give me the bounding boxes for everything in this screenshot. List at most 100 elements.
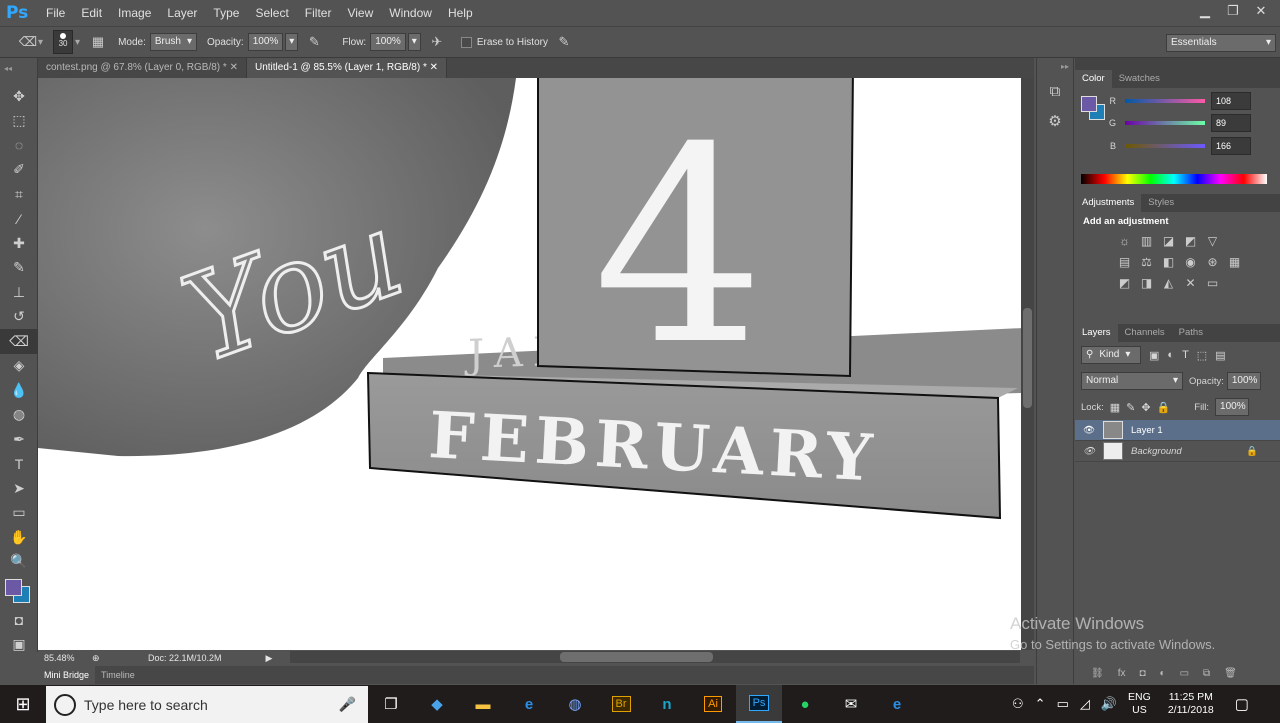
fill-input[interactable]: 100% — [1215, 398, 1250, 416]
restore-icon[interactable]: ❐ — [1220, 2, 1246, 20]
lock-position-icon[interactable]: ✥ — [1141, 401, 1150, 414]
microphone-icon[interactable]: 🎤 — [339, 696, 356, 713]
pinned-app-icon[interactable]: ◆ — [414, 685, 460, 723]
language-indicator[interactable]: ENG US — [1128, 691, 1151, 717]
kind-filter-select[interactable]: ⚲ Kind ▾ — [1081, 346, 1141, 364]
tab-contest[interactable]: contest.png @ 67.8% (Layer 0, RGB/8) * ✕ — [38, 58, 247, 78]
tab-untitled-1[interactable]: Untitled-1 @ 85.5% (Layer 1, RGB/8) * ✕ — [246, 58, 448, 78]
foreground-color-swatch[interactable] — [5, 579, 22, 596]
people-icon[interactable]: ⚇ — [1012, 696, 1024, 712]
chevron-down-icon[interactable]: ▾ — [38, 37, 43, 48]
close-icon[interactable]: ✕ — [430, 62, 438, 73]
smart-object-filter-icon[interactable]: ▤ — [1215, 349, 1225, 362]
vibrance-icon[interactable]: ▽ — [1205, 233, 1220, 248]
red-slider[interactable] — [1125, 98, 1205, 103]
menu-filter[interactable]: Filter — [297, 0, 340, 26]
opacity-dropdown[interactable]: ▾ — [285, 33, 299, 51]
visibility-eye-icon[interactable]: 👁 — [1075, 446, 1103, 457]
horizontal-scrollbar[interactable] — [290, 651, 1020, 663]
taskbar-search-box[interactable]: Type here to search 🎤 — [46, 686, 368, 723]
history-panel-icon[interactable]: ⧉ — [1037, 76, 1073, 106]
black-white-icon[interactable]: ◧ — [1161, 254, 1176, 269]
invert-icon[interactable]: ◩ — [1117, 275, 1132, 290]
illustrator-app-icon[interactable]: Ai — [690, 685, 736, 723]
lock-all-icon[interactable]: 🔒 — [1157, 401, 1171, 414]
pixel-filter-icon[interactable]: ▣ — [1149, 349, 1159, 362]
tab-layers[interactable]: Layers — [1075, 324, 1118, 342]
status-menu-arrow-icon[interactable]: ▶ — [266, 653, 273, 664]
flow-dropdown[interactable]: ▾ — [407, 33, 421, 51]
layer-row-layer-1[interactable]: 👁 Layer 1 — [1075, 420, 1280, 441]
menu-window[interactable]: Window — [381, 0, 440, 26]
layer-opacity-input[interactable]: 100% — [1226, 372, 1261, 390]
tab-channels[interactable]: Channels — [1118, 324, 1172, 342]
delete-layer-icon[interactable]: 🗑 — [1224, 668, 1237, 684]
type-tool-icon[interactable]: T — [0, 452, 38, 477]
selective-color-icon[interactable]: ✕ — [1183, 275, 1198, 290]
curves-icon[interactable]: ◪ — [1161, 233, 1176, 248]
blue-value-input[interactable]: 166 — [1211, 136, 1251, 155]
flow-input[interactable]: 100% — [370, 33, 406, 51]
channel-mixer-icon[interactable]: ⊛ — [1205, 254, 1220, 269]
battery-icon[interactable]: ▭ — [1057, 696, 1069, 712]
menu-help[interactable]: Help — [440, 0, 481, 26]
minimize-icon[interactable]: ▁ — [1192, 2, 1218, 20]
brush-tool-icon[interactable]: ✎ — [0, 256, 38, 281]
green-slider[interactable] — [1125, 120, 1205, 125]
layer-name[interactable]: Layer 1 — [1131, 425, 1163, 436]
marquee-tool-icon[interactable]: ⬚ — [0, 109, 38, 134]
pinned-n-app-icon[interactable]: n — [644, 685, 690, 723]
menu-type[interactable]: Type — [205, 0, 247, 26]
tab-swatches[interactable]: Swatches — [1112, 70, 1167, 88]
exposure-icon[interactable]: ◩ — [1183, 233, 1198, 248]
color-lookup-icon[interactable]: ▦ — [1227, 254, 1242, 269]
erase-history-checkbox[interactable] — [460, 36, 472, 48]
lock-transparent-icon[interactable]: ▦ — [1110, 401, 1120, 414]
path-select-tool-icon[interactable]: ➤ — [0, 476, 38, 501]
layer-row-background[interactable]: 👁 Background 🔒 — [1075, 441, 1280, 462]
mode-select[interactable]: Brush ▾ — [149, 33, 198, 51]
eraser-tool-preset-icon[interactable]: ⌫ — [18, 32, 38, 52]
close-icon[interactable]: ✕ — [1248, 2, 1274, 20]
workspace-switcher[interactable]: Essentials ▾ — [1166, 34, 1276, 52]
adjustment-filter-icon[interactable]: ◐ — [1167, 349, 1174, 361]
clock[interactable]: 11:25 PM 2/11/2018 — [1168, 691, 1214, 717]
new-layer-icon[interactable]: ⧉ — [1203, 668, 1210, 684]
new-group-icon[interactable]: ▭ — [1180, 668, 1189, 684]
menu-select[interactable]: Select — [247, 0, 296, 26]
levels-icon[interactable]: ▥ — [1139, 233, 1154, 248]
crop-tool-icon[interactable]: ⌗ — [0, 182, 38, 207]
collapse-arrows-icon[interactable]: ◂◂ — [0, 58, 37, 84]
paint-bucket-tool-icon[interactable]: ◈ — [0, 354, 38, 379]
hand-tool-icon[interactable]: ✋ — [0, 525, 38, 550]
opacity-input[interactable]: 100% — [247, 33, 284, 51]
photo-filter-icon[interactable]: ◉ — [1183, 254, 1198, 269]
file-explorer-icon[interactable]: ▬ — [460, 685, 506, 723]
clone-stamp-tool-icon[interactable]: ⊥ — [0, 280, 38, 305]
color-balance-icon[interactable]: ⚖ — [1139, 254, 1154, 269]
status-info-icon[interactable]: ⊕ — [92, 653, 148, 664]
document-canvas[interactable]: You JANUARY FEBRUARY 4 — [38, 78, 1021, 650]
pressure-opacity-icon[interactable]: ✎ — [304, 32, 324, 52]
whatsapp-icon[interactable]: ● — [782, 685, 828, 723]
photoshop-app-icon[interactable]: Ps — [736, 685, 782, 723]
pinned-browser-icon[interactable]: ◍ — [552, 685, 598, 723]
show-hidden-icons-chevron[interactable]: ⌃ — [1035, 696, 1046, 712]
horizontal-scroll-thumb[interactable] — [560, 652, 713, 662]
action-center-icon[interactable]: ▢ — [1235, 695, 1249, 713]
color-spectrum-ramp[interactable] — [1081, 174, 1267, 184]
windows-start-icon[interactable]: ⊞ — [0, 685, 46, 723]
add-mask-icon[interactable]: ◘ — [1139, 668, 1145, 684]
volume-icon[interactable]: 🔊 — [1101, 696, 1117, 712]
threshold-icon[interactable]: ◭ — [1161, 275, 1176, 290]
quick-mask-icon[interactable]: ◘ — [0, 608, 38, 633]
eyedropper-tool-icon[interactable]: ⁄ — [0, 207, 38, 232]
red-value-input[interactable]: 108 — [1211, 91, 1251, 110]
fx-icon[interactable]: fx — [1118, 668, 1126, 684]
airbrush-icon[interactable]: ✈ — [427, 32, 447, 52]
brightness-icon[interactable]: ☼ — [1117, 233, 1132, 248]
blend-mode-select[interactable]: Normal ▾ — [1081, 372, 1183, 390]
internet-explorer-icon[interactable]: e — [506, 685, 552, 723]
menu-image[interactable]: Image — [110, 0, 159, 26]
network-icon[interactable]: ◿ — [1080, 696, 1090, 712]
